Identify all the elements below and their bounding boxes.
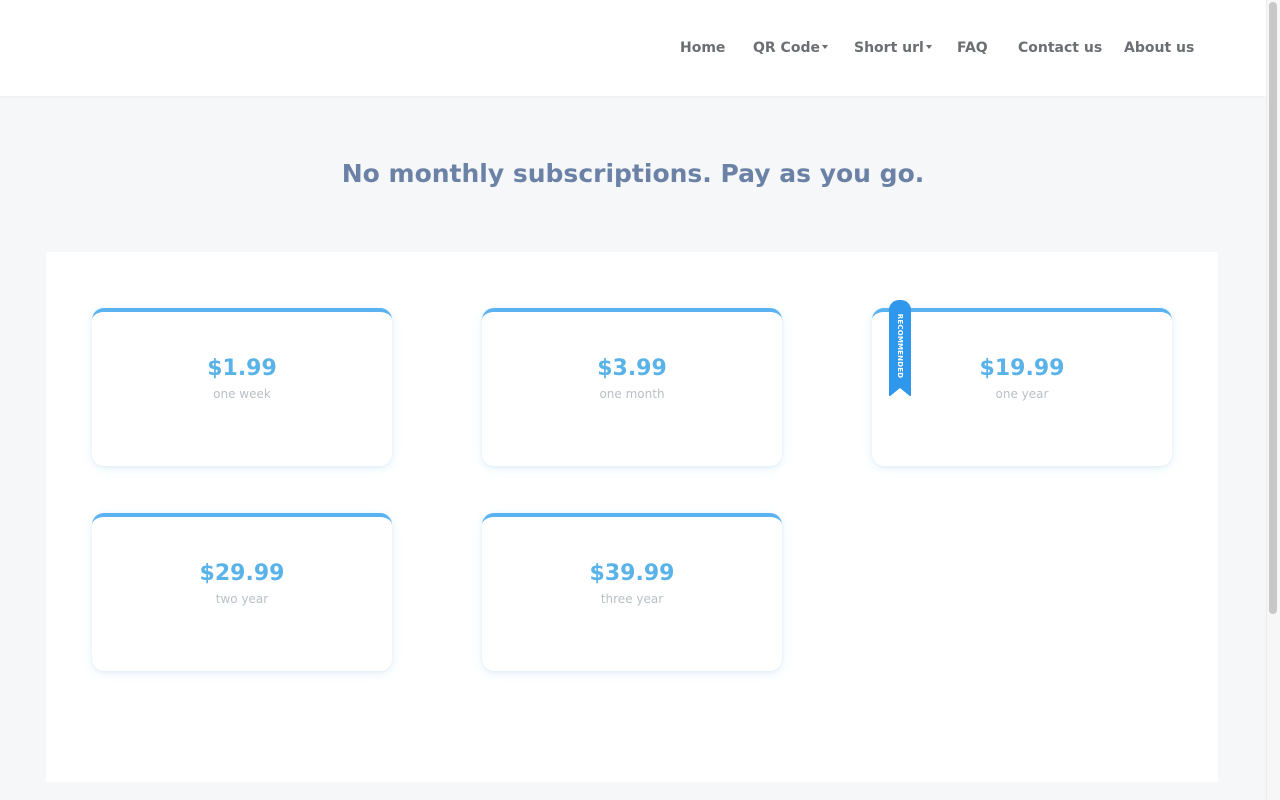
plan-card-one-year[interactable]: RECOMMENDED $19.99 one year (872, 300, 1172, 466)
plan-card-three-year[interactable]: $39.99 three year (482, 513, 782, 671)
plan-card-one-month[interactable]: $3.99 one month (482, 308, 782, 466)
nav-faq-link[interactable]: FAQ (957, 38, 988, 58)
page-headline: No monthly subscriptions. Pay as you go. (341, 159, 925, 188)
plan-period: three year (600, 592, 664, 606)
plan-period: one month (599, 387, 665, 401)
nav-short-url-label: Short url (854, 40, 924, 56)
nav-qr-code-dropdown[interactable]: QR Code (753, 38, 828, 58)
plan-card-one-week[interactable]: $1.99 one week (92, 308, 392, 466)
chevron-down-icon (925, 45, 932, 49)
nav-contact-link[interactable]: Contact us (1018, 38, 1102, 58)
nav-qr-code-label: QR Code (753, 40, 820, 56)
plan-price: $3.99 (597, 356, 667, 381)
plan-price: $1.99 (207, 356, 277, 381)
plan-period: two year (215, 592, 269, 606)
nav-short-url-dropdown[interactable]: Short url (854, 38, 932, 58)
top-navbar: Home QR Code Short url FAQ Contact us Ab… (0, 0, 1266, 96)
chevron-down-icon (821, 45, 828, 49)
page-scrollbar[interactable] (1266, 0, 1280, 800)
nav-home-link[interactable]: Home (680, 38, 725, 58)
plan-period: one week (213, 387, 271, 401)
nav-about-link[interactable]: About us (1124, 38, 1194, 58)
plan-card-two-year[interactable]: $29.99 two year (92, 513, 392, 671)
plan-price: $39.99 (589, 561, 675, 586)
scrollbar-thumb[interactable] (1269, 2, 1277, 614)
pricing-panel: $1.99 one week $3.99 one month RECOMMEND… (46, 252, 1218, 782)
plan-price: $19.99 (979, 356, 1065, 381)
plan-price: $29.99 (199, 561, 285, 586)
plan-period: one year (995, 387, 1049, 401)
